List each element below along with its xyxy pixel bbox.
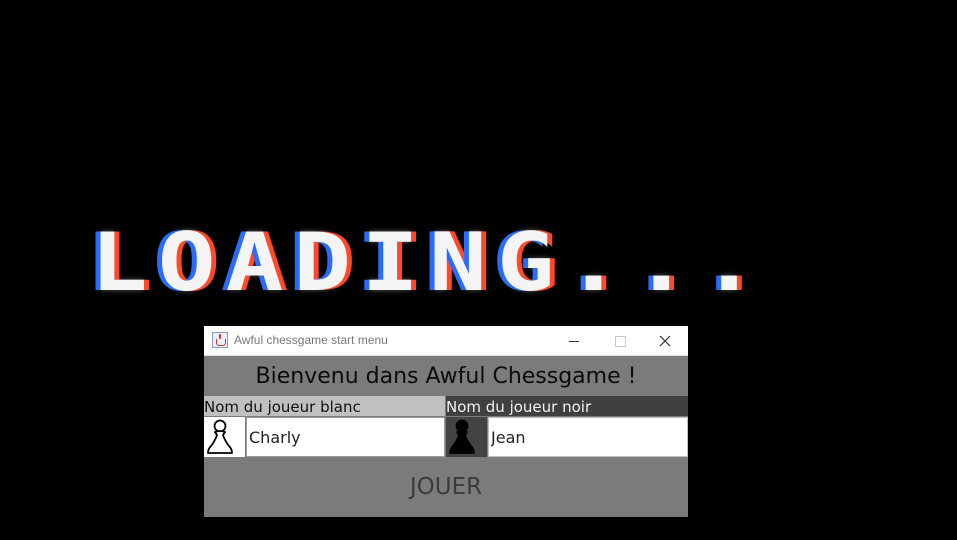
close-button[interactable] <box>642 326 688 356</box>
maximize-icon <box>614 335 626 347</box>
black-pawn-container <box>446 417 487 457</box>
black-pawn-icon <box>449 419 475 454</box>
black-player-label: Nom du joueur noir <box>446 396 688 416</box>
black-player-panel: Nom du joueur noir <box>446 396 688 457</box>
white-player-panel: Nom du joueur blanc <box>204 396 445 457</box>
java-icon <box>212 332 228 348</box>
welcome-heading: Bienvenu dans Awful Chessgame ! <box>255 363 637 389</box>
window-title: Awful chessgame start menu <box>234 333 388 347</box>
play-button[interactable]: JOUER <box>204 457 688 517</box>
close-icon <box>659 335 671 347</box>
loading-text: LOADING... <box>90 215 768 310</box>
white-pawn-icon <box>207 419 233 454</box>
minimize-icon <box>569 340 579 342</box>
black-player-name-input[interactable] <box>488 417 688 457</box>
minimize-button[interactable] <box>551 326 597 356</box>
start-menu-window: Awful chessgame start menu Bienvenu dans… <box>204 326 688 517</box>
white-player-label: Nom du joueur blanc <box>204 396 445 416</box>
maximize-button[interactable] <box>597 326 643 356</box>
white-player-name-input[interactable] <box>246 417 445 457</box>
white-pawn-container <box>204 417 245 457</box>
title-bar[interactable]: Awful chessgame start menu <box>204 326 688 356</box>
